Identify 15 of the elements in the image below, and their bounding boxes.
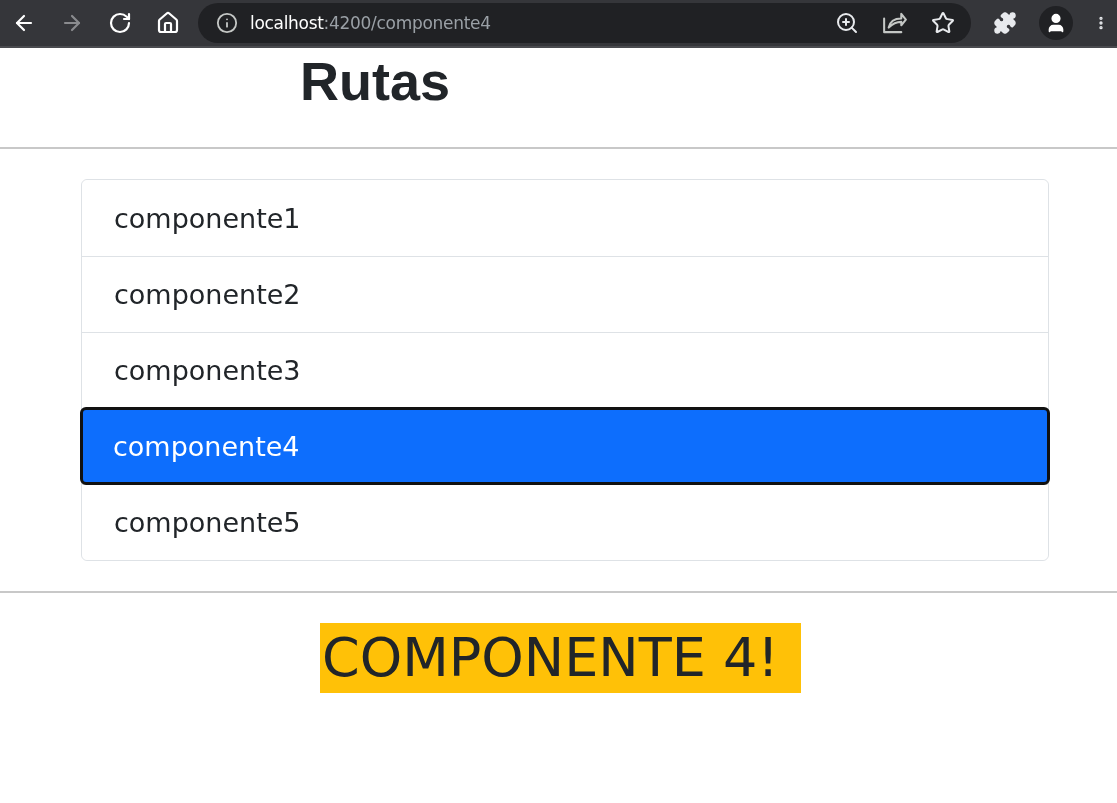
profile-button[interactable]: [1039, 6, 1073, 40]
share-icon: [883, 11, 907, 35]
info-icon: [216, 12, 238, 34]
route-link[interactable]: componente4: [81, 408, 1049, 484]
reload-icon: [108, 11, 132, 35]
home-icon: [156, 11, 180, 35]
route-link[interactable]: componente3: [82, 332, 1048, 408]
extensions-button[interactable]: [991, 9, 1019, 37]
address-bar[interactable]: localhost:4200/componente4: [198, 3, 971, 43]
puzzle-icon: [993, 11, 1017, 35]
zoom-icon: [835, 11, 859, 35]
star-icon: [931, 11, 955, 35]
url-text: localhost:4200/componente4: [250, 13, 492, 33]
page-title: Rutas: [300, 50, 451, 112]
component-banner: COMPONENTE 4!: [319, 623, 802, 693]
